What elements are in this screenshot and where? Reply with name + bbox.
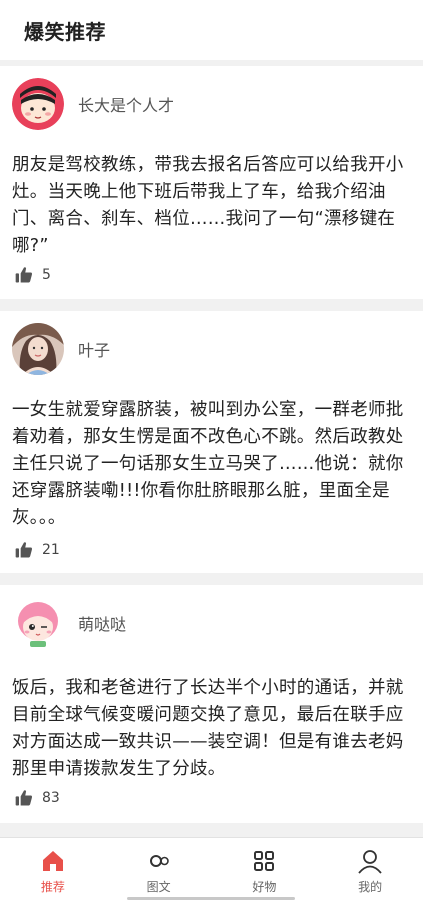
author-name: 长大是个人才: [78, 96, 175, 115]
thumbs-up-icon: [15, 542, 32, 558]
tab-label: 图文: [146, 880, 171, 894]
post-card[interactable]: 叶子 一女生就爱穿露脐装，被叫到办公室，一群老师批着劝着，那女生愣是面不改色心不…: [0, 311, 423, 573]
page-title: 爆笑推荐: [24, 20, 106, 44]
tab-label: 推荐: [40, 880, 65, 894]
like-button[interactable]: 5: [14, 265, 51, 285]
like-button[interactable]: 83: [14, 788, 60, 808]
author-name: 萌哒哒: [78, 615, 127, 634]
avatar[interactable]: [12, 78, 64, 130]
like-count: 21: [42, 542, 60, 558]
thumbs-up-icon: [15, 790, 32, 806]
avatar[interactable]: [12, 597, 64, 649]
tab-recommend[interactable]: 推荐: [0, 838, 106, 902]
image-text-icon: [149, 855, 169, 867]
post-author[interactable]: 长大是个人才: [12, 78, 174, 130]
home-icon: [42, 851, 63, 871]
tab-label: 我的: [358, 880, 383, 894]
post-text: 饭后，我和老爸进行了长达半个小时的通话，并就目前全球气候变暖问题交换了意见，最后…: [12, 678, 404, 779]
post-card[interactable]: 长大是个人才 朋友是驾校教练，带我去报名后答应可以给我开小灶。当天晚上他下班后带…: [0, 66, 423, 299]
like-count: 5: [42, 267, 51, 283]
home-indicator: [127, 897, 295, 900]
tab-mine[interactable]: 我的: [317, 838, 423, 902]
author-name: 叶子: [78, 341, 111, 360]
post-author[interactable]: 萌哒哒: [12, 597, 126, 649]
avatar[interactable]: [12, 323, 64, 375]
bottom-tab-bar: 推荐 图文 好物 我的: [0, 837, 423, 902]
thumbs-up-icon: [15, 267, 32, 283]
post-card[interactable]: 萌哒哒 饭后，我和老爸进行了长达半个小时的通话，并就目前全球气候变暖问题交换了意…: [0, 585, 423, 823]
post-author[interactable]: 叶子: [12, 323, 110, 375]
tab-image-text[interactable]: 图文: [106, 838, 212, 902]
top-header: 爆笑推荐: [0, 0, 423, 60]
tab-goods[interactable]: 好物: [212, 838, 318, 902]
post-text: 朋友是驾校教练，带我去报名后答应可以给我开小灶。当天晚上他下班后带我上了车，给我…: [12, 155, 404, 256]
user-icon: [358, 850, 382, 874]
like-button[interactable]: 21: [14, 540, 60, 560]
post-text: 一女生就爱穿露脐装，被叫到办公室，一群老师批着劝着，那女生愣是面不改色心不跳。然…: [12, 400, 404, 528]
grid-icon: [254, 851, 275, 871]
tab-label: 好物: [252, 880, 277, 894]
like-count: 83: [42, 790, 60, 806]
